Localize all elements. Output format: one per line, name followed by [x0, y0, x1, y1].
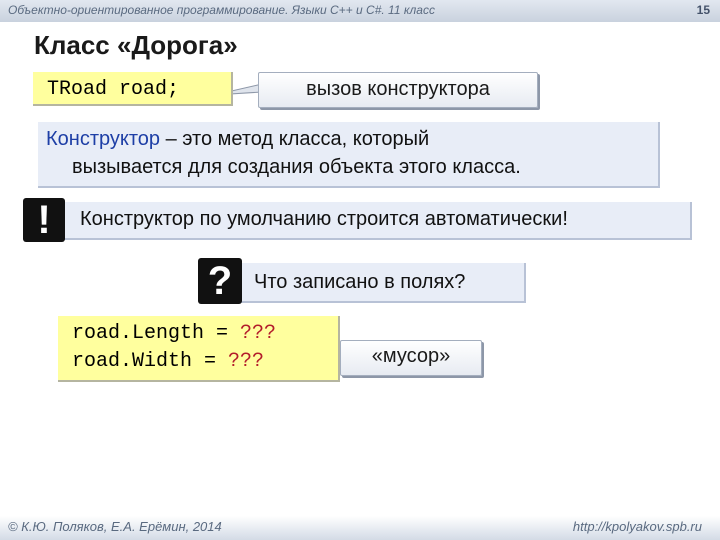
length-eq: =	[204, 322, 241, 345]
width-eq: =	[192, 350, 229, 373]
definition-rest: – это метод класса, который	[160, 128, 430, 150]
definition-line-1: Конструктор – это метод класса, который	[46, 128, 429, 151]
footer-link[interactable]: http://kpolyakov.spb.ru	[573, 519, 702, 534]
width-code: road.Width	[72, 350, 193, 373]
exclamation-icon: !	[23, 198, 65, 242]
width-line: road.Width = ???	[72, 350, 264, 373]
footer-copyright: © К.Ю. Поляков, Е.А. Ерёмин, 2014	[8, 519, 222, 534]
trash-callout: «мусор»	[340, 340, 482, 376]
definition-box: Конструктор – это метод класса, который …	[38, 122, 660, 188]
question-box: Что записано в полях?	[230, 263, 526, 303]
length-code: road.Length	[72, 322, 205, 345]
length-value: ???	[240, 322, 277, 345]
definition-line-2: вызывается для создания объекта этого кл…	[72, 156, 521, 178]
width-value: ???	[228, 350, 265, 373]
declaration-code: TRoad road;	[33, 72, 233, 106]
question-mark-icon: ?	[198, 258, 242, 304]
fields-code-box: road.Length = ??? road.Width = ???	[58, 316, 340, 382]
length-line: road.Length = ???	[72, 322, 276, 345]
note-box: Конструктор по умолчанию строится автома…	[58, 202, 692, 240]
note-text: Конструктор по умолчанию строится автома…	[80, 208, 568, 230]
constructor-callout: вызов конструктора	[258, 72, 538, 108]
question-text: Что записано в полях?	[254, 271, 466, 293]
definition-term: Конструктор	[46, 128, 161, 150]
